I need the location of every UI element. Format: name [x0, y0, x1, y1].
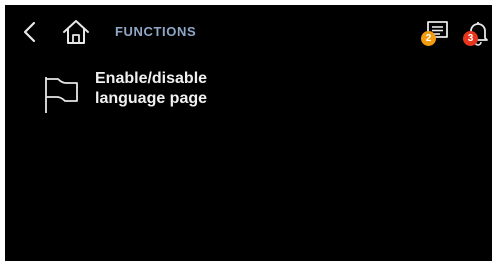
flag-icon: [45, 77, 78, 113]
alarms-count-badge: 3: [463, 31, 478, 46]
messages-count-badge: 2: [421, 31, 436, 46]
function-item-label: Enable/disable language page: [95, 70, 208, 107]
page-title: FUNCTIONS: [115, 24, 197, 39]
function-item-language-page[interactable]: Enable/disable language page: [43, 69, 273, 119]
home-button[interactable]: [61, 18, 91, 46]
messages-button[interactable]: 2: [419, 19, 451, 49]
device-screen: FUNCTIONS 2 3 Enable/disable language pa…: [5, 5, 492, 261]
top-bar: FUNCTIONS 2 3: [5, 5, 492, 57]
home-icon: [63, 20, 89, 44]
chevron-left-icon: [23, 21, 36, 43]
alarms-button[interactable]: 3: [461, 19, 491, 49]
back-button[interactable]: [19, 19, 41, 45]
